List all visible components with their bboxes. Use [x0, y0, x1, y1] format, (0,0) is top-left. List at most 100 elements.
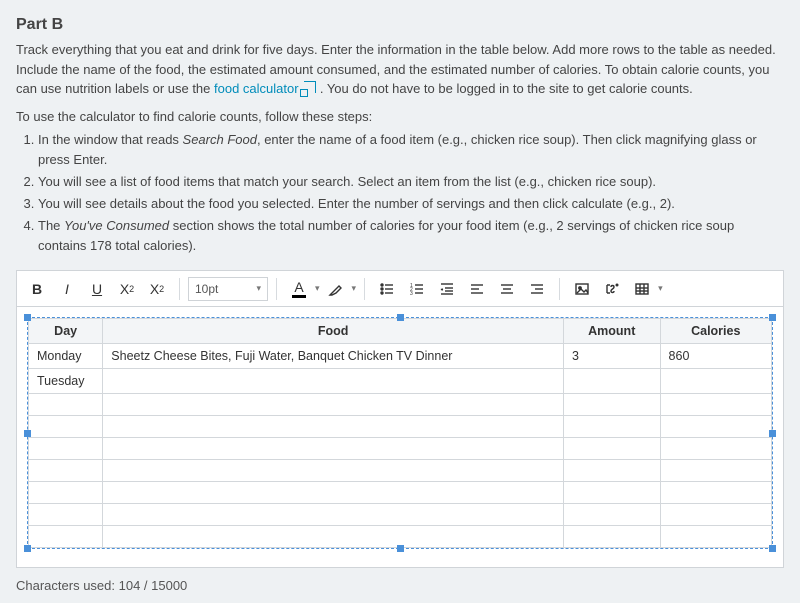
cell-calories[interactable] [660, 526, 771, 548]
resize-handle[interactable] [769, 314, 776, 321]
table-row[interactable] [29, 504, 772, 526]
align-left-button[interactable] [463, 275, 491, 303]
cell-day[interactable] [29, 460, 103, 482]
cell-amount[interactable] [563, 482, 660, 504]
rich-text-editor: B I U X2 X2 10pt ▾ A ▾ ▾ 123 [16, 270, 784, 568]
bullet-list-button[interactable] [373, 275, 401, 303]
chevron-down-icon[interactable]: ▾ [352, 283, 357, 294]
cell-food[interactable] [103, 482, 564, 504]
cell-calories[interactable] [660, 416, 771, 438]
resize-handle[interactable] [24, 430, 31, 437]
cell-food[interactable]: Sheetz Cheese Bites, Fuji Water, Banquet… [103, 344, 564, 369]
numbered-list-button[interactable]: 123 [403, 275, 431, 303]
cell-calories[interactable] [660, 482, 771, 504]
cell-calories[interactable]: 860 [660, 344, 771, 369]
cell-amount[interactable] [563, 504, 660, 526]
outdent-button[interactable] [433, 275, 461, 303]
cell-day[interactable] [29, 526, 103, 548]
subscript-button[interactable]: X2 [143, 275, 171, 303]
step-item: You will see details about the food you … [38, 194, 784, 214]
editor-toolbar: B I U X2 X2 10pt ▾ A ▾ ▾ 123 [17, 271, 783, 307]
cell-food[interactable] [103, 504, 564, 526]
resize-handle[interactable] [769, 545, 776, 552]
cell-food[interactable] [103, 369, 564, 394]
cell-amount[interactable] [563, 369, 660, 394]
table-row[interactable] [29, 416, 772, 438]
highlight-button[interactable] [322, 275, 350, 303]
align-right-button[interactable] [523, 275, 551, 303]
character-count: Characters used: 104 / 15000 [16, 578, 784, 593]
table-row[interactable] [29, 482, 772, 504]
cell-amount[interactable] [563, 394, 660, 416]
col-header-day[interactable]: Day [29, 319, 103, 344]
insert-table-button[interactable] [628, 275, 656, 303]
cell-day[interactable] [29, 394, 103, 416]
cell-day[interactable]: Monday [29, 344, 103, 369]
cell-amount[interactable] [563, 526, 660, 548]
cell-calories[interactable] [660, 504, 771, 526]
steps-list: In the window that reads Search Food, en… [38, 130, 784, 257]
cell-amount[interactable] [563, 438, 660, 460]
cell-calories[interactable] [660, 460, 771, 482]
underline-button[interactable]: U [83, 275, 111, 303]
resize-handle[interactable] [397, 545, 404, 552]
cell-day[interactable] [29, 504, 103, 526]
superscript-button[interactable]: X2 [113, 275, 141, 303]
svg-text:3: 3 [410, 291, 413, 297]
char-count-label: Characters used: [16, 578, 119, 593]
cell-food[interactable] [103, 526, 564, 548]
col-header-calories[interactable]: Calories [660, 319, 771, 344]
toolbar-separator [559, 278, 560, 300]
step-item: In the window that reads Search Food, en… [38, 130, 784, 170]
table-row[interactable] [29, 460, 772, 482]
chevron-down-icon[interactable]: ▾ [315, 283, 320, 294]
cell-calories[interactable] [660, 394, 771, 416]
cell-food[interactable] [103, 460, 564, 482]
step-item: You will see a list of food items that m… [38, 172, 784, 192]
steps-lead: To use the calculator to find calorie co… [16, 109, 784, 124]
italic-button[interactable]: I [53, 275, 81, 303]
resize-handle[interactable] [24, 314, 31, 321]
instructions-paragraph: Track everything that you eat and drink … [16, 40, 784, 99]
font-size-value: 10pt [195, 282, 218, 296]
table-row[interactable] [29, 394, 772, 416]
resize-handle[interactable] [769, 430, 776, 437]
bold-button[interactable]: B [23, 275, 51, 303]
selected-table-wrapper[interactable]: Day Food Amount Calories MondaySheetz Ch… [27, 317, 773, 549]
cell-amount[interactable] [563, 416, 660, 438]
chevron-down-icon: ▾ [256, 283, 261, 294]
insert-image-button[interactable] [568, 275, 596, 303]
cell-food[interactable] [103, 438, 564, 460]
cell-amount[interactable]: 3 [563, 344, 660, 369]
toolbar-separator [179, 278, 180, 300]
font-size-select[interactable]: 10pt ▾ [188, 277, 268, 301]
cell-calories[interactable] [660, 369, 771, 394]
chevron-down-icon[interactable]: ▾ [658, 283, 663, 294]
external-link-icon [304, 81, 316, 93]
toolbar-separator [276, 278, 277, 300]
table-row[interactable] [29, 438, 772, 460]
col-header-amount[interactable]: Amount [563, 319, 660, 344]
col-header-food[interactable]: Food [103, 319, 564, 344]
cell-amount[interactable] [563, 460, 660, 482]
food-log-table[interactable]: Day Food Amount Calories MondaySheetz Ch… [28, 318, 772, 548]
resize-handle[interactable] [24, 545, 31, 552]
cell-calories[interactable] [660, 438, 771, 460]
cell-day[interactable] [29, 482, 103, 504]
cell-day[interactable] [29, 416, 103, 438]
cell-food[interactable] [103, 416, 564, 438]
align-center-button[interactable] [493, 275, 521, 303]
table-row[interactable]: MondaySheetz Cheese Bites, Fuji Water, B… [29, 344, 772, 369]
insert-equation-button[interactable] [598, 275, 626, 303]
cell-food[interactable] [103, 394, 564, 416]
char-count-value: 104 / 15000 [119, 578, 188, 593]
resize-handle[interactable] [397, 314, 404, 321]
toolbar-separator [364, 278, 365, 300]
cell-day[interactable] [29, 438, 103, 460]
table-row[interactable]: Tuesday [29, 369, 772, 394]
cell-day[interactable]: Tuesday [29, 369, 103, 394]
food-calculator-link[interactable]: food calculator [214, 81, 299, 96]
section-title: Part B [16, 16, 784, 34]
editor-canvas[interactable]: Day Food Amount Calories MondaySheetz Ch… [17, 307, 783, 567]
text-color-button[interactable]: A [285, 275, 313, 303]
